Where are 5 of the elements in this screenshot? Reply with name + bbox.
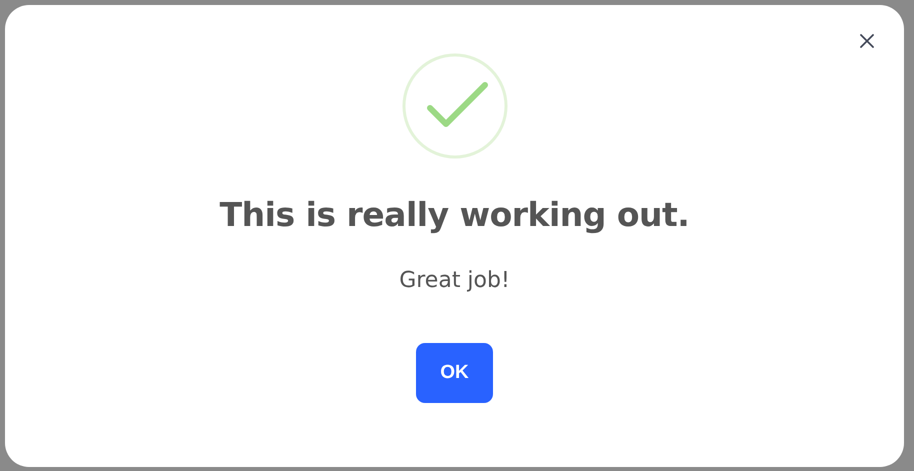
ok-button[interactable]: OK — [416, 343, 493, 403]
close-icon — [860, 34, 874, 48]
checkmark-icon — [402, 53, 508, 159]
dialog-title: This is really working out. — [220, 195, 690, 234]
dialog-message: Great job! — [399, 268, 510, 293]
